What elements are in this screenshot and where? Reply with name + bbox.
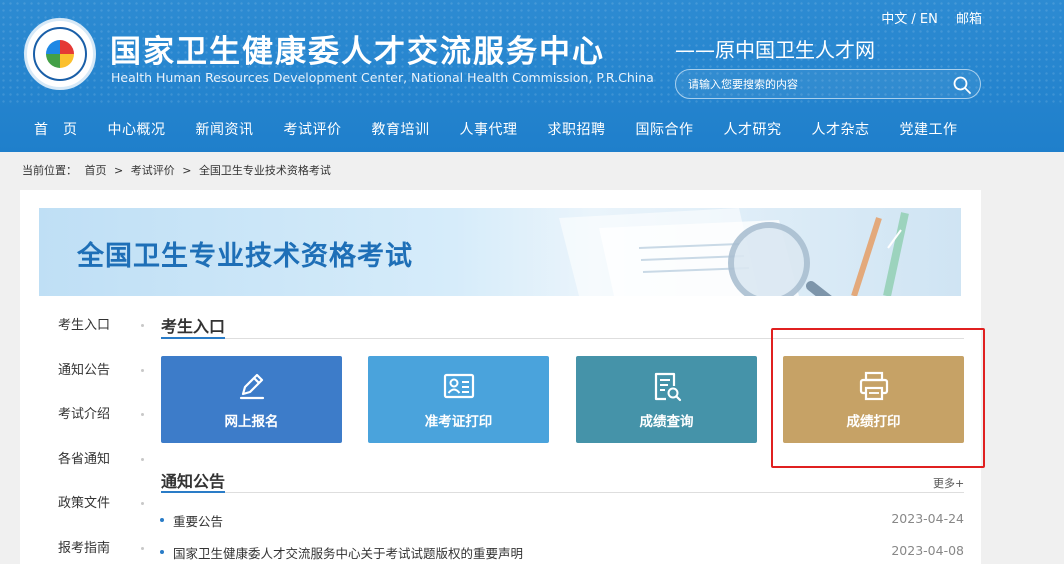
breadcrumb-separator: > <box>114 164 124 177</box>
side-item-guide[interactable]: 报考指南 <box>38 527 144 564</box>
id-card-icon <box>443 373 474 399</box>
search-input[interactable] <box>688 75 948 93</box>
highlight-box <box>771 328 985 468</box>
document-search-icon <box>654 372 681 402</box>
search-box <box>675 69 981 99</box>
side-menu: 考生入口 通知公告 考试介绍 各省通知 政策文件 报考指南 <box>38 304 144 564</box>
entrance-section-title: 考生入口 <box>161 317 226 336</box>
pencil-icon <box>239 373 264 400</box>
notices-section-title: 通知公告 <box>161 472 226 491</box>
nav-item-home[interactable]: 首 页 <box>34 119 78 139</box>
notice-date: 2023-04-24 <box>891 511 964 526</box>
nav-item-jobs[interactable]: 求职招聘 <box>548 119 606 139</box>
online-registration-button[interactable]: 网上报名 <box>161 356 342 443</box>
nav-item-training[interactable]: 教育培训 <box>372 119 430 139</box>
breadcrumb-separator: > <box>182 164 192 177</box>
page-banner: 全国卫生专业技术资格考试 <box>39 208 961 296</box>
tile-label: 成绩查询 <box>639 414 694 430</box>
side-item-policies[interactable]: 政策文件 <box>38 482 144 527</box>
nav-item-personnel[interactable]: 人事代理 <box>460 119 518 139</box>
breadcrumb-exams[interactable]: 考试评价 <box>131 164 175 177</box>
notice-date: 2023-04-08 <box>891 543 964 558</box>
nav-item-research[interactable]: 人才研究 <box>724 119 782 139</box>
list-item[interactable]: 国家卫生健康委人才交流服务中心关于考试试题版权的重要声明 2023-04-08 <box>160 543 964 563</box>
side-dot <box>141 324 144 327</box>
banner-title: 全国卫生专业技术资格考试 <box>77 241 413 272</box>
tile-label: 准考证打印 <box>424 414 493 430</box>
section-underline <box>161 491 225 493</box>
main-nav: 首 页 中心概况 新闻资讯 考试评价 教育培训 人事代理 求职招聘 国际合作 人… <box>0 106 1064 152</box>
breadcrumb-current: 全国卫生专业技术资格考试 <box>198 164 331 177</box>
section-divider <box>161 492 964 493</box>
breadcrumb-home[interactable]: 首页 <box>85 164 107 177</box>
nav-item-magazine[interactable]: 人才杂志 <box>812 119 870 139</box>
side-item-label: 考生入口 <box>58 318 111 333</box>
section-underline <box>161 337 225 339</box>
side-item-label: 通知公告 <box>58 362 111 378</box>
language-switch-link[interactable]: 中文 / EN <box>881 12 938 27</box>
search-icon[interactable] <box>952 75 972 95</box>
nav-item-international[interactable]: 国际合作 <box>636 119 694 139</box>
site-logo[interactable] <box>24 18 96 90</box>
nav-item-about[interactable]: 中心概况 <box>108 119 166 139</box>
nav-item-exams[interactable]: 考试评价 <box>284 119 342 139</box>
side-item-label: 报考指南 <box>58 540 111 556</box>
notice-title[interactable]: 重要公告 <box>173 511 223 530</box>
site-title-cn: 国家卫生健康委人才交流服务中心 <box>110 34 605 70</box>
score-query-button[interactable]: 成绩查询 <box>576 356 757 443</box>
mail-link[interactable]: 邮箱 <box>956 12 982 27</box>
top-links: 中文 / EN 邮箱 <box>867 8 982 27</box>
breadcrumb: 当前位置： 首页 > 考试评价 > 全国卫生专业技术资格考试 <box>22 162 335 178</box>
logo-emblem-icon <box>46 40 74 68</box>
side-dot <box>141 457 144 461</box>
side-dot <box>141 368 144 372</box>
list-bullet <box>160 550 164 554</box>
admission-ticket-print-button[interactable]: 准考证打印 <box>368 356 549 443</box>
side-item-introduction[interactable]: 考试介绍 <box>38 393 144 438</box>
side-item-provincial[interactable]: 各省通知 <box>38 438 144 483</box>
site-header: 国家卫生健康委人才交流服务中心 Health Human Resources D… <box>0 0 1064 152</box>
tile-label: 网上报名 <box>224 414 279 430</box>
notice-title[interactable]: 国家卫生健康委人才交流服务中心关于考试试题版权的重要声明 <box>173 543 523 562</box>
side-dot <box>141 546 144 550</box>
side-item-notices[interactable]: 通知公告 <box>38 349 144 394</box>
side-item-entrance[interactable]: 考生入口 <box>38 304 144 349</box>
list-item[interactable]: 重要公告 2023-04-24 <box>160 511 964 531</box>
list-bullet <box>160 518 164 522</box>
side-dot <box>141 502 144 506</box>
more-notices-link[interactable]: 更多+ <box>933 475 964 491</box>
site-title-en: Health Human Resources Development Cente… <box>111 70 654 85</box>
side-item-label: 考试介绍 <box>58 407 111 423</box>
nav-item-news[interactable]: 新闻资讯 <box>196 119 254 139</box>
side-dot <box>141 413 144 417</box>
breadcrumb-prefix: 当前位置： <box>22 164 77 177</box>
nav-item-party[interactable]: 党建工作 <box>900 119 958 139</box>
side-item-label: 政策文件 <box>58 496 111 512</box>
side-item-label: 各省通知 <box>58 451 111 467</box>
site-subtitle: ——原中国卫生人才网 <box>675 38 875 62</box>
